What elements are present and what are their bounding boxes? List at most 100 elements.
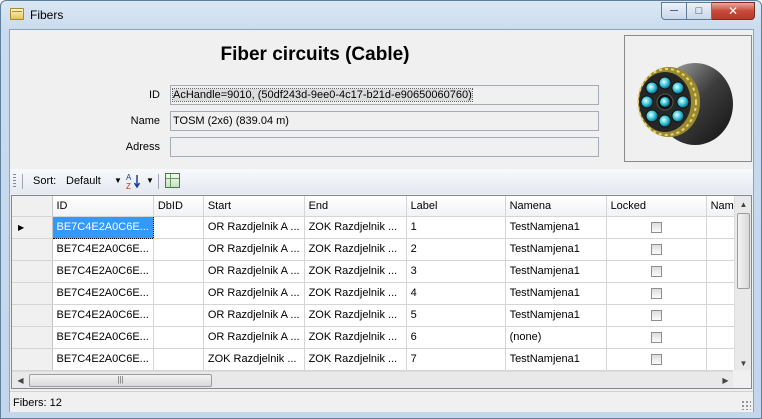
- name-field[interactable]: TOSM (2x6) (839.04 m): [170, 111, 599, 131]
- cell-end[interactable]: ZOK Razdjelnik ...: [304, 238, 407, 261]
- close-button[interactable]: ✕: [712, 2, 755, 20]
- cell-label[interactable]: 6: [406, 326, 506, 349]
- cell-start[interactable]: OR Razdjelnik A ...: [203, 260, 305, 283]
- locked-checkbox[interactable]: [650, 309, 662, 321]
- row-header[interactable]: [12, 326, 53, 349]
- horizontal-scrollbar[interactable]: ◀ ||| ▶: [12, 371, 734, 388]
- cell-start[interactable]: OR Razdjelnik A ...: [203, 304, 305, 327]
- table-row[interactable]: BE7C4E2A0C6E... OR Razdjelnik A ... ZOK Ra…: [12, 282, 747, 305]
- cell-id[interactable]: BE7C4E2A0C6E...: [51, 215, 154, 239]
- cell-id[interactable]: BE7C4E2A0C6E...: [52, 282, 154, 305]
- cell-id[interactable]: BE7C4E2A0C6E...: [52, 260, 154, 283]
- cell-locked: [606, 282, 707, 305]
- cell-start[interactable]: OR Razdjelnik A ...: [203, 238, 305, 261]
- column-header-locked[interactable]: Locked: [606, 196, 707, 217]
- cell-id[interactable]: BE7C4E2A0C6E...: [52, 348, 154, 371]
- row-header[interactable]: [12, 348, 53, 371]
- row-header[interactable]: [12, 260, 53, 283]
- table-row[interactable]: BE7C4E2A0C6E... OR Razdjelnik A ... ZOK Ra…: [12, 326, 747, 349]
- locked-checkbox[interactable]: [650, 353, 662, 365]
- locked-checkbox[interactable]: [650, 331, 662, 343]
- cell-id[interactable]: BE7C4E2A0C6E...: [52, 238, 154, 261]
- status-fibers-count: Fibers: 12: [13, 397, 62, 409]
- cell-dbid[interactable]: [153, 348, 204, 371]
- id-label: ID: [149, 89, 160, 101]
- cell-namena[interactable]: TestNamjena1: [505, 304, 607, 327]
- vertical-scroll-thumb[interactable]: [737, 213, 750, 289]
- cell-end[interactable]: ZOK Razdjelnik ...: [304, 304, 407, 327]
- toolbar-grip[interactable]: [13, 174, 16, 189]
- cell-id[interactable]: BE7C4E2A0C6E...: [52, 326, 154, 349]
- cell-namena[interactable]: TestNamjena1: [505, 216, 607, 239]
- cell-start[interactable]: OR Razdjelnik A ...: [203, 282, 305, 305]
- cell-label[interactable]: 3: [406, 260, 506, 283]
- cell-namena[interactable]: TestNamjena1: [505, 282, 607, 305]
- adress-field[interactable]: [170, 137, 599, 157]
- table-row[interactable]: BE7C4E2A0C6E... OR Razdjelnik A ... ZOK Ra…: [12, 260, 747, 283]
- table-row[interactable]: ▶ BE7C4E2A0C6E... OR Razdjelnik A ... ZOK R…: [12, 215, 747, 239]
- locked-checkbox[interactable]: [650, 265, 662, 277]
- fibers-grid[interactable]: ID DbID Start End Label Namena Locked Na…: [11, 195, 752, 389]
- column-header-namena[interactable]: Namena: [505, 196, 607, 217]
- cell-label[interactable]: 4: [406, 282, 506, 305]
- row-header-corner[interactable]: [12, 196, 53, 217]
- cell-label[interactable]: 2: [406, 238, 506, 261]
- cell-end[interactable]: ZOK Razdjelnik ...: [304, 326, 407, 349]
- locked-checkbox[interactable]: [650, 287, 662, 299]
- title-bar[interactable]: Fibers ─ □ ✕: [1, 1, 761, 29]
- column-header-dbid[interactable]: DbID: [153, 196, 204, 217]
- cell-namena[interactable]: (none): [505, 326, 607, 349]
- row-header[interactable]: [12, 238, 53, 261]
- scroll-up-icon[interactable]: ▲: [735, 196, 751, 213]
- vertical-scrollbar[interactable]: ▲ ▼: [734, 196, 751, 372]
- table-row[interactable]: BE7C4E2A0C6E... OR Razdjelnik A ... ZOK Ra…: [12, 238, 747, 261]
- column-header-end[interactable]: End: [304, 196, 407, 217]
- cell-dbid[interactable]: [153, 238, 204, 261]
- cell-end[interactable]: ZOK Razdjelnik ...: [304, 216, 407, 239]
- scroll-right-icon[interactable]: ▶: [717, 372, 734, 388]
- sort-dropdown[interactable]: Default: [66, 175, 101, 187]
- fibers-window: Fibers ─ □ ✕ Fiber circuits (Cable) ID A…: [0, 0, 762, 419]
- sort-az-icon[interactable]: A Z: [125, 172, 143, 191]
- cell-end[interactable]: ZOK Razdjelnik ...: [304, 260, 407, 283]
- cell-label[interactable]: 7: [406, 348, 506, 371]
- id-field[interactable]: AcHandle=9010, (50df243d-9ee0-4c17-b21d-…: [170, 85, 599, 105]
- cell-id[interactable]: BE7C4E2A0C6E...: [52, 304, 154, 327]
- minimize-button[interactable]: ─: [661, 2, 687, 20]
- column-header-label[interactable]: Label: [406, 196, 506, 217]
- cell-namena[interactable]: TestNamjena1: [505, 238, 607, 261]
- resize-grip-icon[interactable]: [741, 400, 751, 410]
- locked-checkbox[interactable]: [650, 221, 662, 233]
- locked-checkbox[interactable]: [650, 243, 662, 255]
- sort-dropdown-arrow-icon[interactable]: ▼: [114, 176, 122, 185]
- row-header[interactable]: [12, 304, 53, 327]
- cell-label[interactable]: 1: [406, 216, 506, 239]
- horizontal-scroll-thumb[interactable]: |||: [29, 374, 212, 387]
- table-row[interactable]: BE7C4E2A0C6E... ZOK Razdjelnik ... ZOK Raz…: [12, 348, 747, 371]
- caption-buttons: ─ □ ✕: [661, 2, 755, 20]
- cell-namena[interactable]: TestNamjena1: [505, 348, 607, 371]
- window-app-icon: [10, 8, 24, 20]
- cell-start[interactable]: OR Razdjelnik A ...: [203, 326, 305, 349]
- cell-start[interactable]: ZOK Razdjelnik ...: [203, 348, 305, 371]
- cell-end[interactable]: ZOK Razdjelnik ...: [304, 348, 407, 371]
- sort-direction-dropdown-icon[interactable]: ▼: [146, 176, 154, 185]
- cell-label[interactable]: 5: [406, 304, 506, 327]
- cell-dbid[interactable]: [153, 282, 204, 305]
- cell-namena[interactable]: TestNamjena1: [505, 260, 607, 283]
- cell-dbid[interactable]: [153, 326, 204, 349]
- scroll-left-icon[interactable]: ◀: [12, 372, 29, 388]
- column-header-id[interactable]: ID: [52, 196, 154, 217]
- cell-end[interactable]: ZOK Razdjelnik ...: [304, 282, 407, 305]
- grid-settings-icon[interactable]: [165, 173, 180, 188]
- svg-text:A: A: [126, 173, 132, 182]
- maximize-button[interactable]: □: [687, 2, 712, 20]
- cell-dbid[interactable]: [153, 216, 204, 239]
- row-header[interactable]: [12, 282, 53, 305]
- cell-dbid[interactable]: [153, 260, 204, 283]
- column-header-start[interactable]: Start: [203, 196, 305, 217]
- cell-start[interactable]: OR Razdjelnik A ...: [203, 216, 305, 239]
- table-row[interactable]: BE7C4E2A0C6E... OR Razdjelnik A ... ZOK Ra…: [12, 304, 747, 327]
- cell-dbid[interactable]: [153, 304, 204, 327]
- row-header[interactable]: ▶: [12, 216, 53, 239]
